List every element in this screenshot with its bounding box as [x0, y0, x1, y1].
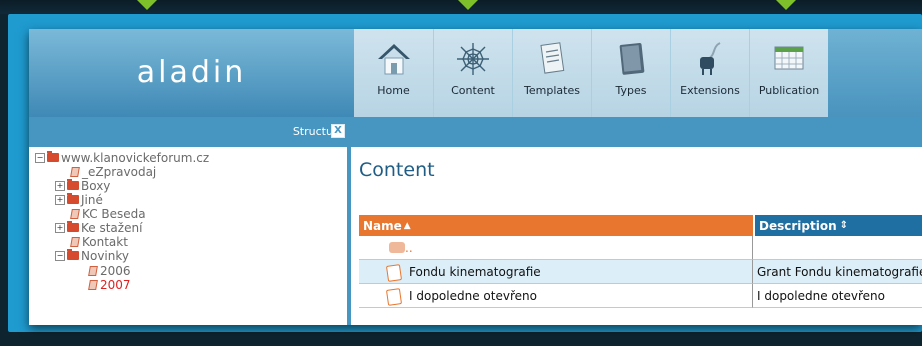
calendar-grid-icon	[774, 46, 804, 70]
tree-item-label: KC Beseda	[82, 206, 146, 221]
page-icon	[87, 265, 98, 276]
app-header: aladin Home Content Templates Types Exte…	[29, 29, 922, 117]
nav-content-label: Content	[451, 84, 495, 97]
page-icon	[69, 208, 80, 219]
tree-item-label: _eZpravodaj	[82, 164, 157, 179]
sort-up-icon: ▲	[403, 220, 411, 231]
tree-item[interactable]: − Novinky	[55, 248, 129, 263]
tree-item-label: 2007	[100, 277, 131, 292]
expand-icon[interactable]: +	[55, 222, 65, 233]
row-description: I dopoledne otevřeno	[753, 284, 922, 308]
expand-icon[interactable]: +	[55, 194, 65, 205]
table-cell: I dopoledne otevřeno	[359, 284, 753, 308]
close-icon[interactable]: X	[331, 124, 345, 138]
column-name-label: Name	[363, 218, 402, 233]
document-icon	[540, 42, 565, 74]
tree-item[interactable]: 2006	[87, 263, 131, 278]
table-row-parent[interactable]: ..	[359, 236, 922, 260]
table-row[interactable]: Fondu kinematografie Grant Fondu kinemat…	[359, 260, 922, 284]
logo-text: aladin	[136, 54, 247, 90]
folder-icon	[67, 249, 79, 260]
pointer-arrow-icon	[776, 0, 796, 10]
folder-up-icon	[389, 242, 405, 253]
table-cell: ..	[359, 236, 753, 260]
pointer-arrow-icon	[458, 0, 478, 10]
table-cell: Fondu kinematografie	[359, 260, 753, 284]
tree-item[interactable]: _eZpravodaj	[69, 164, 157, 179]
collapse-icon[interactable]: −	[55, 250, 65, 261]
tree-item-label: Kontakt	[82, 234, 128, 249]
folder-icon	[47, 151, 59, 162]
app-window: aladin Home Content Templates Types Exte…	[29, 29, 922, 325]
document-icon	[385, 264, 403, 282]
nav-types-label: Types	[615, 84, 647, 97]
row-description: Grant Fondu kinematografie	[753, 260, 922, 284]
tree-item[interactable]: + Ke stažení	[55, 220, 143, 235]
folder-icon	[67, 179, 79, 190]
nav-publication-label: Publication	[758, 84, 820, 97]
tree-item[interactable]: − www.klanovickeforum.cz	[35, 150, 210, 165]
tree-item[interactable]: KC Beseda	[69, 206, 146, 221]
column-description-label: Description	[759, 218, 837, 233]
content-pane: Content Name ▲ Description ⇕ .. Fondu ki…	[351, 147, 922, 325]
tree-item[interactable]: Kontakt	[69, 234, 128, 249]
plug-icon	[700, 42, 721, 75]
nav-content[interactable]: Content	[433, 29, 512, 117]
nav-extensions-label: Extensions	[680, 84, 740, 97]
structure-bar: Structure X	[29, 117, 922, 147]
tree-item-label: www.klanovickeforum.cz	[61, 150, 210, 165]
nav-templates-label: Templates	[524, 84, 580, 97]
tree-item-label: Jiné	[81, 192, 103, 207]
table-cell	[753, 236, 922, 260]
tree-item-selected[interactable]: 2007	[87, 277, 131, 292]
page-icon	[69, 166, 80, 177]
spiderweb-icon	[457, 43, 489, 75]
sort-both-icon: ⇕	[839, 220, 849, 231]
column-header-description[interactable]: Description ⇕	[753, 215, 922, 236]
tree-item-label: Novinky	[81, 248, 129, 263]
nav-templates[interactable]: Templates	[512, 29, 591, 117]
tree-item-label: Boxy	[81, 178, 111, 193]
document-icon	[385, 288, 403, 306]
nav-types[interactable]: Types	[591, 29, 670, 117]
page-icon	[69, 236, 80, 247]
nav-publication[interactable]: Publication	[749, 29, 828, 117]
tree-item[interactable]: + Boxy	[55, 178, 111, 193]
table-row[interactable]: I dopoledne otevřeno I dopoledne otevřen…	[359, 284, 922, 308]
tree-item-label: 2006	[100, 263, 131, 278]
page-title: Content	[359, 159, 435, 181]
structure-tree: − www.klanovickeforum.cz _eZpravodaj + B…	[29, 147, 347, 325]
table-header: Name ▲ Description ⇕	[359, 215, 922, 236]
pointer-arrow-icon	[137, 0, 157, 10]
tree-item-label: Ke stažení	[81, 220, 143, 235]
nav-home-label: Home	[377, 84, 410, 97]
folder-icon	[67, 193, 79, 204]
home-icon	[377, 44, 410, 75]
collapse-icon[interactable]: −	[35, 152, 45, 163]
book-icon	[619, 43, 645, 75]
nav-home[interactable]: Home	[354, 29, 433, 117]
nav-extensions[interactable]: Extensions	[670, 29, 749, 117]
logo[interactable]: aladin	[29, 29, 354, 117]
page-icon	[87, 279, 98, 290]
column-header-name[interactable]: Name ▲	[359, 215, 753, 236]
expand-icon[interactable]: +	[55, 180, 65, 191]
main-nav: Home Content Templates Types Extensions …	[354, 29, 828, 117]
folder-icon	[67, 221, 79, 232]
tree-item[interactable]: + Jiné	[55, 192, 103, 207]
